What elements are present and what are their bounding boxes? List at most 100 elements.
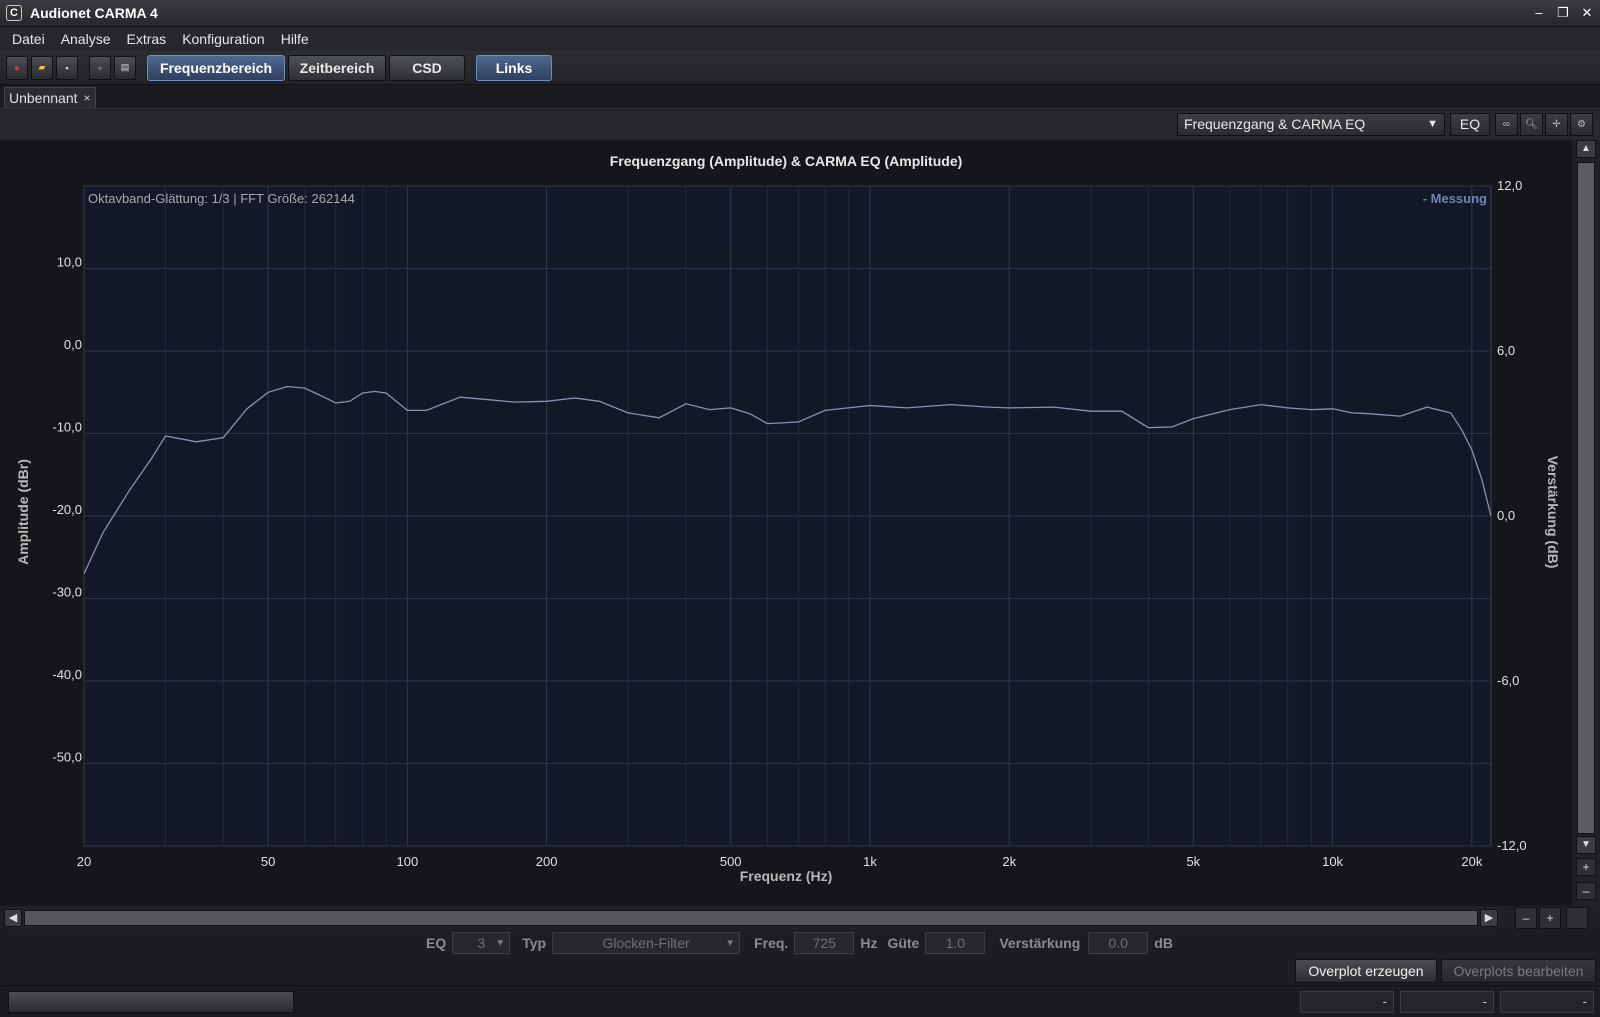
chevron-down-icon: ▼ xyxy=(725,937,736,949)
frequenzbereich-button[interactable]: Frequenzbereich xyxy=(147,54,285,81)
app-window: C Audionet CARMA 4 – ❐ ✕ Datei Analyse E… xyxy=(0,0,1600,1017)
gain-input[interactable]: 0.0 xyxy=(1088,932,1149,954)
app-logo-icon: C xyxy=(6,5,22,21)
close-icon[interactable]: ✕ xyxy=(1578,4,1596,22)
move-icon[interactable]: ✛ xyxy=(1545,113,1568,136)
progress-bar xyxy=(8,991,294,1013)
overplot-edit-button[interactable]: Overplots bearbeiten xyxy=(1441,959,1596,983)
record-icon[interactable]: ● xyxy=(6,55,28,80)
menu-bar: Datei Analyse Extras Konfiguration Hilfe xyxy=(0,27,1600,51)
zeitbereich-button[interactable]: Zeitbereich xyxy=(288,54,386,81)
document-tab-bar: Unbennant × xyxy=(0,85,1600,109)
zoom-out-vertical-icon[interactable]: – xyxy=(1576,882,1596,900)
document-tab-label: Unbennant xyxy=(9,90,78,106)
open-folder-icon[interactable]: ▰ xyxy=(31,55,53,80)
zoom-reset-icon[interactable] xyxy=(1566,907,1588,929)
chart-title: Frequenzgang (Amplitude) & CARMA EQ (Amp… xyxy=(610,153,963,169)
y2-axis-ticks: 12,0 6,0 0,0 -6,0 -12,0 xyxy=(1497,178,1527,853)
x-axis-label: Frequenz (Hz) xyxy=(740,868,833,884)
typ-label: Typ xyxy=(522,935,547,951)
y-tick-label: -10,0 xyxy=(52,420,82,435)
window-controls: – ❐ ✕ xyxy=(1530,4,1596,22)
menu-hilfe[interactable]: Hilfe xyxy=(273,31,317,47)
y-axis-label: Amplitude (dBr) xyxy=(15,459,31,565)
x-tick-label: 5k xyxy=(1186,854,1200,869)
y2-tick-label: 6,0 xyxy=(1497,343,1515,358)
title-bar: C Audionet CARMA 4 – ❐ ✕ xyxy=(0,0,1600,27)
frequency-response-chart[interactable]: Frequenzgang (Amplitude) & CARMA EQ (Amp… xyxy=(0,140,1572,906)
overplot-row: Overplot erzeugen Overplots bearbeiten xyxy=(0,957,1600,985)
links-channel-button[interactable]: Links xyxy=(476,54,552,81)
eq-button[interactable]: EQ xyxy=(1450,113,1490,136)
zoom-in-horizontal-icon[interactable]: + xyxy=(1539,907,1561,929)
y2-tick-label: 12,0 xyxy=(1497,178,1522,193)
smoothing-info: Oktavband-Glättung: 1/3 | FFT Größe: 262… xyxy=(88,191,355,206)
document-tab[interactable]: Unbennant × xyxy=(4,87,96,108)
freq-input[interactable]: 725 xyxy=(794,932,855,954)
eq-label: EQ xyxy=(426,935,447,951)
horizontal-scrollbar[interactable]: ◀ ▶ xyxy=(4,907,1500,929)
eq-controls: EQ 3 ▼ Typ Glocken-Filter ▼ Freq. 725 Hz… xyxy=(0,929,1600,957)
zoom-icon[interactable]: 🔍︎ xyxy=(1520,113,1543,136)
toolbar: ● ▰ ▪ ▫ ▤ Frequenzbereich Zeitbereich CS… xyxy=(0,51,1600,85)
zoom-out-horizontal-icon[interactable]: – xyxy=(1515,907,1537,929)
chevron-down-icon: ▼ xyxy=(1427,118,1438,130)
y-axis-ticks: 10,0 0,0 -10,0 -20,0 -30,0 -40,0 -50,0 xyxy=(52,255,82,765)
y-tick-label: 0,0 xyxy=(64,337,82,352)
y-tick-label: -20,0 xyxy=(52,502,82,517)
menu-analyse[interactable]: Analyse xyxy=(53,31,119,47)
freq-label: Freq. xyxy=(754,935,789,951)
scroll-up-icon[interactable]: ▲ xyxy=(1576,140,1596,158)
gain-unit: dB xyxy=(1154,935,1173,951)
window-title: Audionet CARMA 4 xyxy=(30,5,158,21)
x-tick-label: 2k xyxy=(1002,854,1016,869)
x-axis-ticks: 20 50 100 200 500 1k 2k 5k 10k 20k xyxy=(77,854,1483,869)
y2-tick-label: 0,0 xyxy=(1497,508,1515,523)
view-select-value: Frequenzgang & CARMA EQ xyxy=(1184,116,1366,132)
guete-input[interactable]: 1.0 xyxy=(925,932,986,954)
x-tick-label: 50 xyxy=(261,854,275,869)
menu-extras[interactable]: Extras xyxy=(119,31,175,47)
view-select[interactable]: Frequenzgang & CARMA EQ ▼ xyxy=(1177,113,1445,136)
csd-button[interactable]: CSD xyxy=(389,54,465,81)
view-toolbar: Frequenzgang & CARMA EQ ▼ EQ ∞ 🔍︎ ✛ ⚙ xyxy=(0,110,1600,140)
y-tick-label: -30,0 xyxy=(52,585,82,600)
restore-icon[interactable]: ❐ xyxy=(1554,4,1572,22)
status-cell-3: - xyxy=(1500,991,1594,1013)
print-icon[interactable]: ▤ xyxy=(114,55,136,80)
overplot-create-button[interactable]: Overplot erzeugen xyxy=(1295,959,1437,983)
menu-datei[interactable]: Datei xyxy=(4,31,53,47)
scroll-down-icon[interactable]: ▼ xyxy=(1576,836,1596,854)
minimize-icon[interactable]: – xyxy=(1530,4,1548,22)
y-tick-label: 10,0 xyxy=(57,255,82,270)
tab-close-icon[interactable]: × xyxy=(84,91,91,105)
horizontal-scroll-thumb[interactable] xyxy=(24,910,1478,926)
x-tick-label: 10k xyxy=(1322,854,1343,869)
y-tick-label: -40,0 xyxy=(52,667,82,682)
guete-label: Güte xyxy=(887,935,920,951)
status-cell-2: - xyxy=(1400,991,1494,1013)
vertical-scroll-thumb[interactable] xyxy=(1577,162,1595,834)
zoom-in-vertical-icon[interactable]: + xyxy=(1576,858,1596,876)
y2-tick-label: -6,0 xyxy=(1497,673,1519,688)
x-tick-label: 20 xyxy=(77,854,91,869)
scroll-left-icon[interactable]: ◀ xyxy=(4,909,22,927)
link-icon[interactable]: ∞ xyxy=(1495,113,1518,136)
x-tick-label: 500 xyxy=(720,854,742,869)
export-icon[interactable]: ▫ xyxy=(89,55,111,80)
settings-gear-icon[interactable]: ⚙ xyxy=(1570,113,1593,136)
save-icon[interactable]: ▪ xyxy=(56,55,78,80)
legend-messung: - Messung xyxy=(1423,191,1487,206)
chevron-down-icon: ▼ xyxy=(495,937,506,949)
x-tick-label: 1k xyxy=(863,854,877,869)
vertical-scrollbar[interactable]: ▲ ▼ + – xyxy=(1574,140,1598,906)
menu-konfiguration[interactable]: Konfiguration xyxy=(174,31,273,47)
status-cell-1: - xyxy=(1300,991,1394,1013)
eq-number-select[interactable]: 3 ▼ xyxy=(452,932,511,954)
y-tick-label: -50,0 xyxy=(52,750,82,765)
x-tick-label: 100 xyxy=(397,854,419,869)
status-bar: - - - xyxy=(0,985,1600,1017)
filter-type-select[interactable]: Glocken-Filter ▼ xyxy=(552,932,741,954)
freq-unit: Hz xyxy=(860,935,878,951)
scroll-right-icon[interactable]: ▶ xyxy=(1480,909,1498,927)
